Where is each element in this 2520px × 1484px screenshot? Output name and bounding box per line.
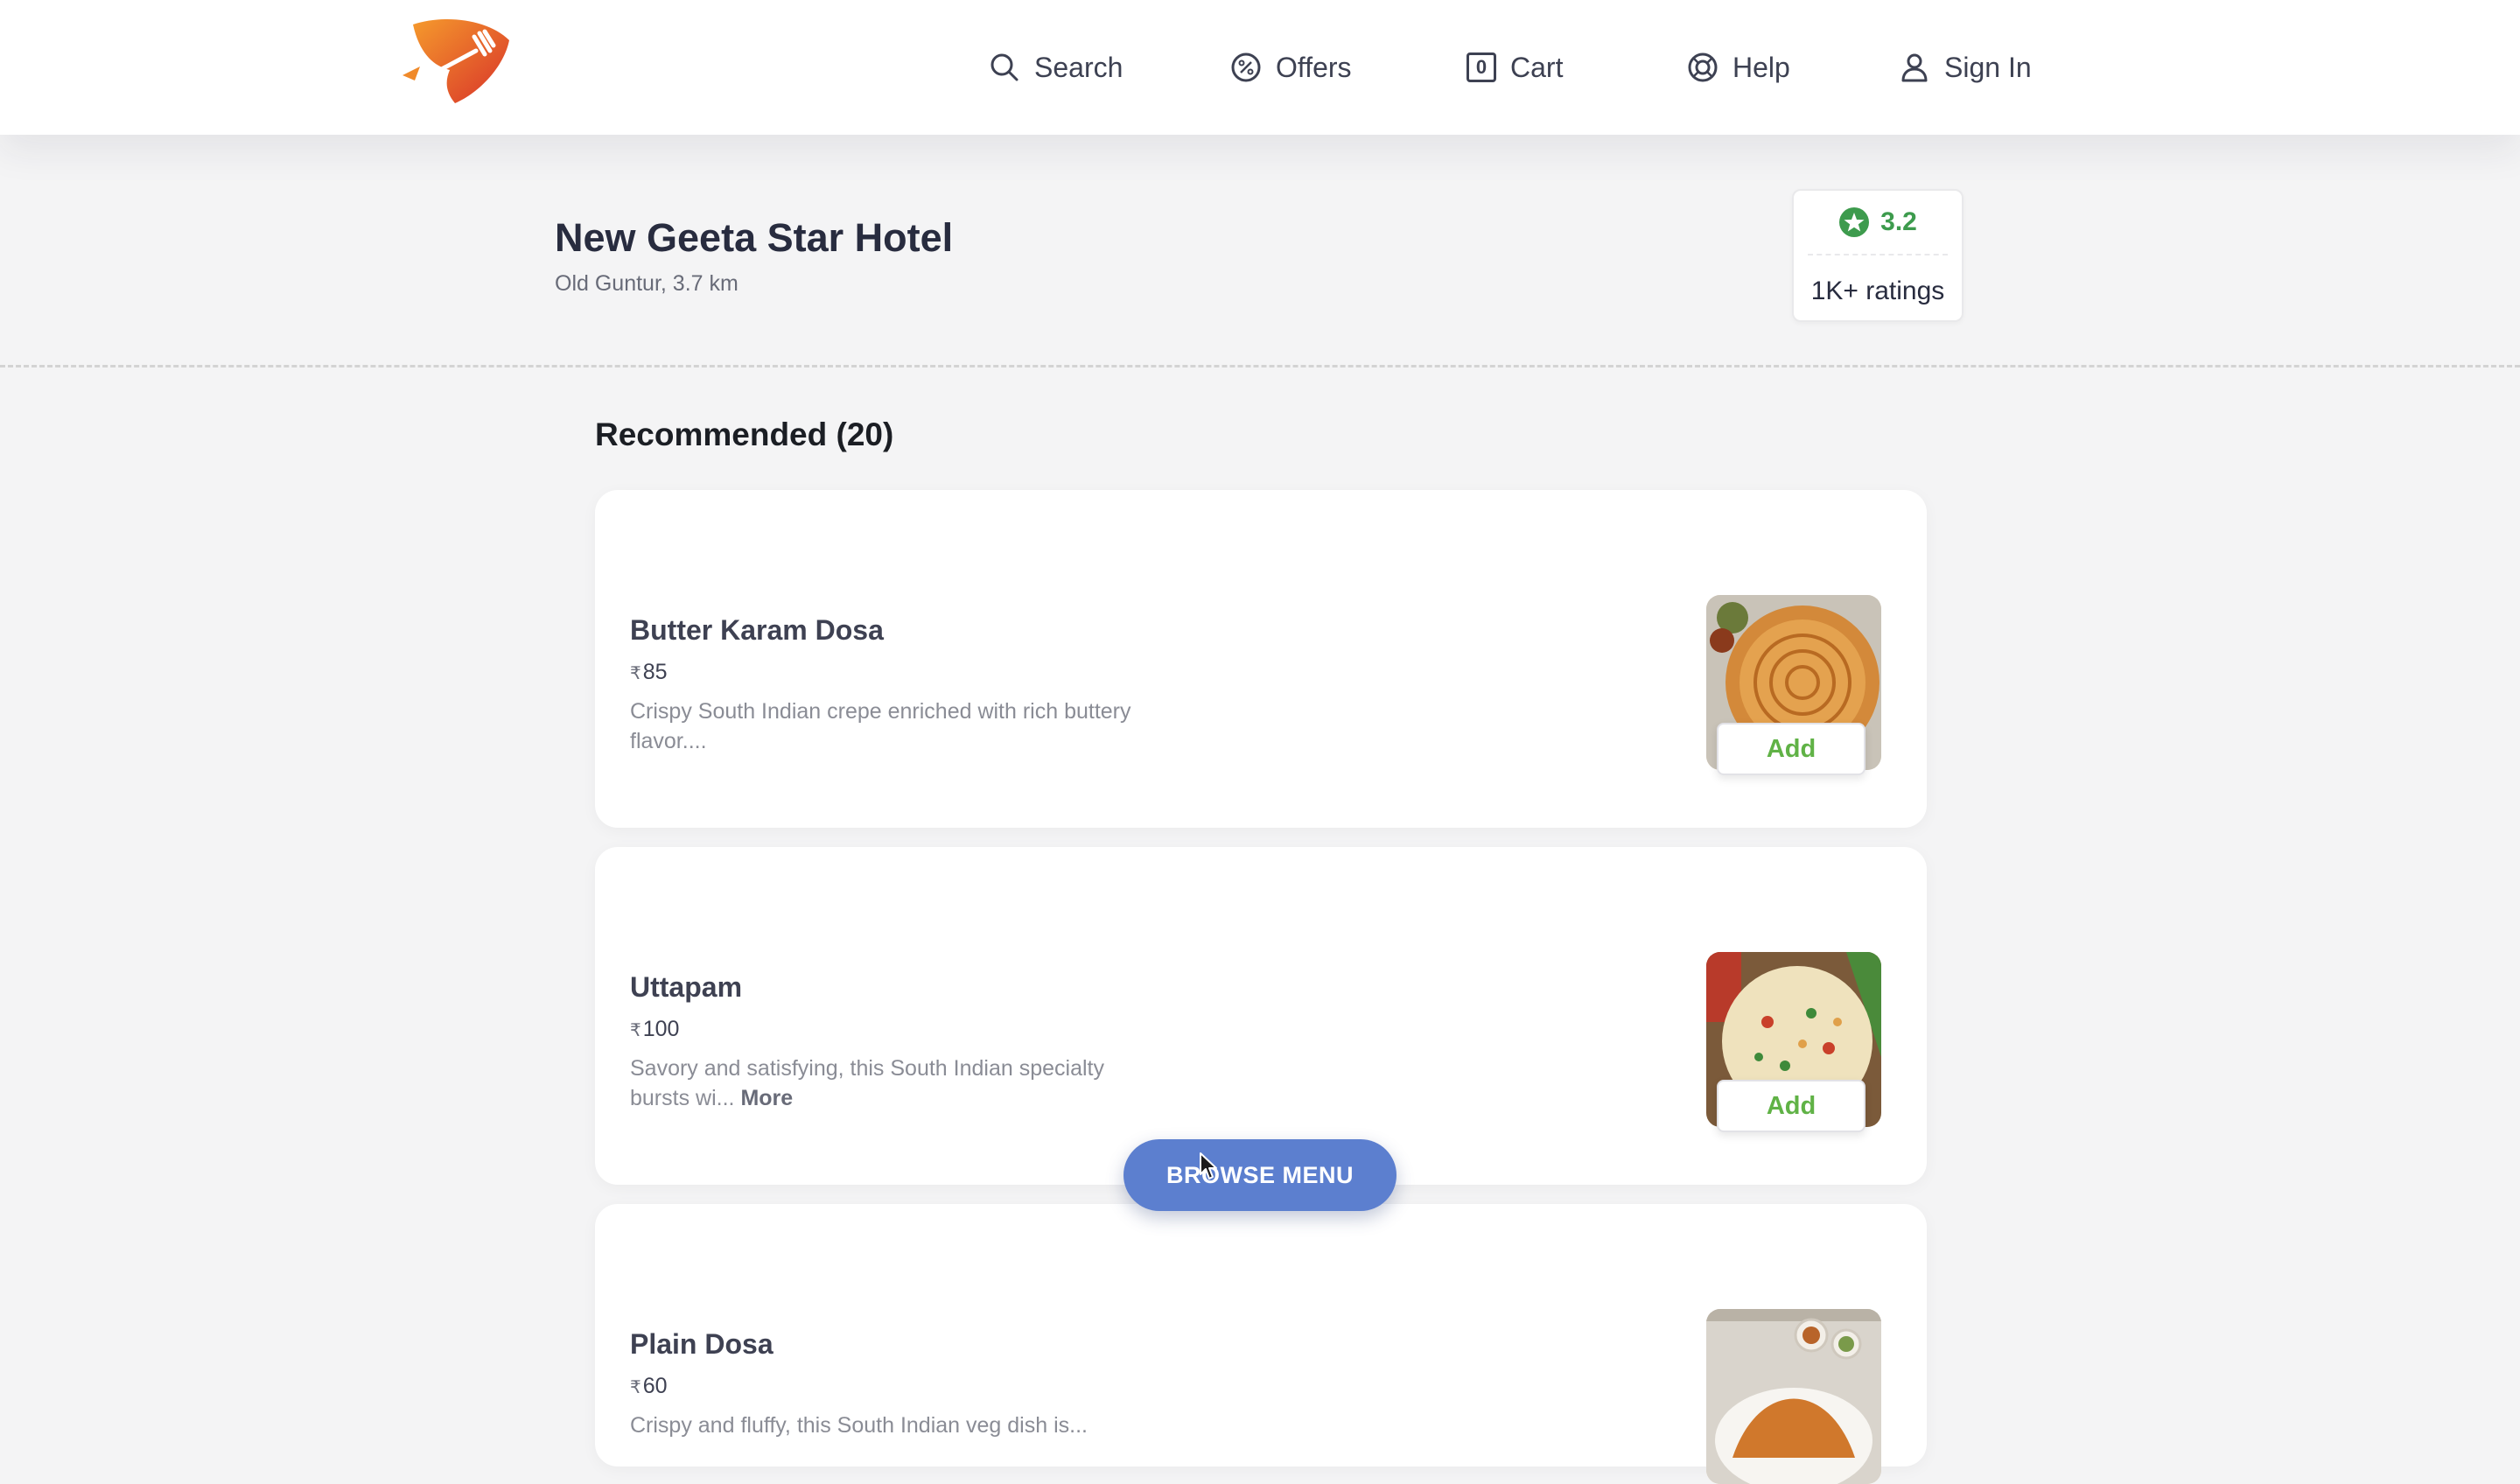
nav-help-label: Help bbox=[1732, 51, 1790, 83]
nav-cart[interactable]: 0 Cart bbox=[1466, 46, 1563, 89]
mouse-cursor-icon bbox=[1200, 1152, 1217, 1180]
add-button[interactable]: Add bbox=[1717, 1080, 1866, 1132]
rupee-symbol: ₹ bbox=[630, 1021, 641, 1040]
item-name: Butter Karam Dosa bbox=[630, 614, 884, 646]
item-price-value: 60 bbox=[642, 1374, 668, 1398]
nav-help[interactable]: Help bbox=[1687, 46, 1790, 89]
rating-divider bbox=[1808, 254, 1948, 256]
star-icon bbox=[1839, 207, 1870, 237]
nav-cart-label: Cart bbox=[1510, 51, 1564, 83]
recommended-section-title: Recommended (20) bbox=[595, 416, 894, 452]
item-description-text: Crispy South Indian crepe enriched with … bbox=[630, 699, 1131, 753]
rupee-symbol: ₹ bbox=[630, 664, 641, 683]
ratings-count: 1K+ ratings bbox=[1810, 276, 1945, 305]
add-button[interactable]: Add bbox=[1717, 723, 1866, 775]
rating-row: 3.2 bbox=[1794, 206, 1962, 238]
nav-offers-label: Offers bbox=[1276, 51, 1352, 83]
rating-value: 3.2 bbox=[1880, 207, 1917, 236]
restaurant-name: New Geeta Star Hotel bbox=[555, 215, 954, 260]
menu-item-card[interactable]: Butter Karam Dosa ₹85 Crispy South India… bbox=[595, 490, 1927, 828]
rupee-symbol: ₹ bbox=[630, 1378, 641, 1397]
restaurant-location: Old Guntur, 3.7 km bbox=[555, 271, 738, 296]
item-name: Uttapam bbox=[630, 971, 743, 1003]
section-divider bbox=[0, 365, 2520, 368]
item-description-text: Crispy and fluffy, this South Indian veg… bbox=[630, 1413, 1088, 1438]
restaurant-fork-logo-icon[interactable] bbox=[401, 12, 514, 105]
offers-percent-icon bbox=[1231, 52, 1261, 82]
help-lifebuoy-icon bbox=[1688, 52, 1718, 82]
item-price: ₹85 bbox=[630, 660, 668, 685]
item-price-value: 100 bbox=[642, 1017, 680, 1041]
nav-offers[interactable]: Offers bbox=[1230, 46, 1352, 89]
item-price: ₹60 bbox=[630, 1374, 668, 1399]
search-icon bbox=[990, 53, 1018, 81]
item-name: Plain Dosa bbox=[630, 1328, 774, 1360]
item-image[interactable] bbox=[1706, 1309, 1881, 1484]
item-description-text: Savory and satisfying, this South Indian… bbox=[630, 1056, 1104, 1110]
nav-sign-in-label: Sign In bbox=[1944, 51, 2032, 83]
item-description: Crispy and fluffy, this South Indian veg… bbox=[630, 1410, 1138, 1440]
nav-sign-in[interactable]: Sign In bbox=[1899, 46, 2032, 89]
menu-item-card[interactable]: Uttapam ₹100 Savory and satisfying, this… bbox=[595, 847, 1927, 1185]
user-icon bbox=[1901, 53, 1928, 82]
item-price-value: 85 bbox=[642, 660, 668, 684]
rating-box[interactable]: 3.2 1K+ ratings bbox=[1792, 189, 1964, 322]
menu-item-card[interactable]: Plain Dosa ₹60 Crispy and fluffy, this S… bbox=[595, 1204, 1927, 1484]
browse-menu-button[interactable]: BROWSE MENU bbox=[1124, 1139, 1396, 1211]
item-description: Savory and satisfying, this South Indian… bbox=[630, 1054, 1138, 1113]
item-price: ₹100 bbox=[630, 1017, 679, 1042]
nav-search-label: Search bbox=[1034, 51, 1124, 83]
item-description: Crispy South Indian crepe enriched with … bbox=[630, 696, 1138, 756]
cart-count-badge: 0 bbox=[1466, 52, 1496, 82]
nav-search[interactable]: Search bbox=[989, 46, 1123, 89]
top-header: Search Offers 0 Cart Help Sign In bbox=[0, 0, 2520, 135]
more-link[interactable]: More bbox=[740, 1086, 793, 1110]
